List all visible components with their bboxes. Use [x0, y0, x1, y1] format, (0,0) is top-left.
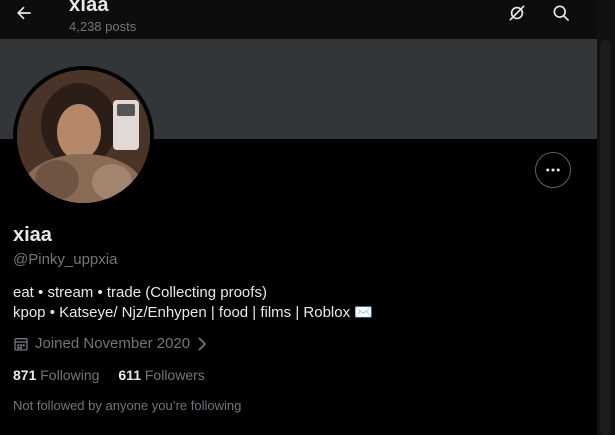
joined-text: Joined November 2020: [35, 335, 191, 352]
avatar-image: [17, 70, 150, 203]
scrollbar-thumb[interactable]: [600, 40, 611, 435]
avatar[interactable]: [13, 66, 154, 207]
more-options-button[interactable]: [535, 152, 571, 188]
following-count: 871: [13, 367, 37, 383]
following-link[interactable]: 871 Following: [13, 367, 99, 383]
more-horizontal-icon: [546, 168, 560, 172]
header-title: xiaa: [69, 0, 109, 16]
following-label: Following: [40, 367, 100, 383]
back-button[interactable]: [6, 0, 42, 26]
chevron-right-icon: [198, 336, 207, 351]
hide-button[interactable]: [502, 0, 532, 26]
search-icon: [553, 5, 569, 21]
posts-count: 4,238 posts: [69, 19, 137, 34]
profile-page: xiaa 4,238 posts xiaa @Pinky_uppxia eat …: [0, 0, 615, 435]
followed-by-note: Not followed by anyone you’re following: [13, 398, 242, 413]
bio-line: eat • stream • trade (Collecting proofs): [13, 284, 267, 301]
bio: eat • stream • trade (Collecting proofs)…: [13, 283, 573, 323]
followers-label: Followers: [144, 367, 205, 383]
eye-slash-icon: [509, 5, 525, 21]
search-button[interactable]: [546, 0, 576, 26]
bio-line: kpop • Katseye/ Njz/Enhypen | food | fil…: [13, 304, 373, 321]
joined-date[interactable]: Joined November 2020: [13, 335, 208, 352]
followers-link[interactable]: 611 Followers: [118, 367, 204, 383]
follow-stats: 871 Following 611 Followers: [13, 367, 205, 383]
user-handle: @Pinky_uppxia: [13, 251, 118, 268]
profile-header: xiaa 4,238 posts: [0, 0, 597, 39]
display-name: xiaa: [13, 224, 52, 246]
arrow-left-icon: [17, 6, 31, 20]
calendar-icon: [14, 337, 28, 351]
followers-count: 611: [118, 367, 141, 383]
